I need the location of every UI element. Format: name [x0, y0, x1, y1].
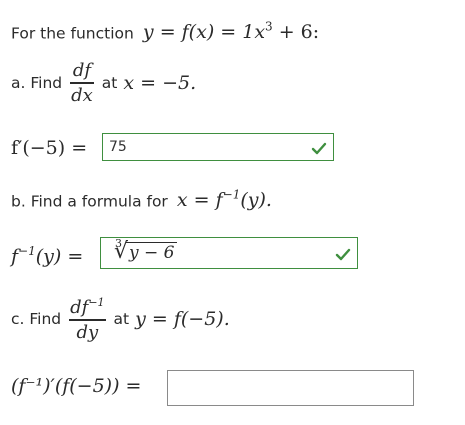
part-a-answer-prefix: f′(−5) =	[11, 137, 88, 159]
part-b-answer-prefix: f−1(y) =	[11, 244, 84, 268]
fraction-numerator: df	[72, 60, 92, 81]
part-c-answer-prefix: (f⁻¹)′(f(−5)) =	[11, 375, 142, 397]
fraction-denominator: dy	[76, 321, 99, 343]
part-c-at-text: at	[113, 310, 130, 329]
fraction-numerator: df−1	[70, 296, 105, 318]
root-index: 3	[115, 237, 122, 250]
part-b-label: b. Find a formula for	[11, 192, 168, 211]
part-b-answer-box[interactable]: 3 √ y − 6	[100, 237, 358, 269]
part-b-prompt: b. Find a formula for x = f−1(y).	[11, 188, 272, 211]
part-a-at-math: x = −5.	[123, 71, 197, 94]
part-b-answer-value[interactable]: 3 √ y − 6	[107, 237, 177, 263]
part-a-fraction: df dx	[70, 60, 94, 106]
part-a-label: a. Find	[11, 73, 63, 92]
fraction-denominator: dx	[71, 84, 93, 106]
part-c-prompt: c. Find df−1 dy at y = f(−5).	[11, 296, 230, 343]
problem-statement: For the function y = f(x) = 1x3 + 6:	[11, 20, 319, 43]
part-c-answer-box[interactable]	[167, 370, 414, 406]
part-b-prompt-math: x = f−1(y).	[176, 188, 272, 212]
intro-text: For the function	[11, 24, 134, 43]
part-c-fraction: df−1 dy	[69, 296, 106, 343]
function-definition: y = f(x) = 1x3 + 6:	[142, 20, 320, 44]
part-a-at-text: at	[101, 73, 118, 92]
part-a-answer-box[interactable]: 75	[102, 133, 334, 161]
check-icon	[311, 141, 327, 160]
radicand: y − 6	[126, 242, 177, 263]
part-a-answer-value[interactable]: 75	[109, 139, 127, 155]
part-c-label: c. Find	[11, 310, 62, 329]
check-icon	[335, 247, 351, 266]
part-a-prompt: a. Find df dx at x = −5.	[11, 60, 196, 106]
part-c-at-math: y = f(−5).	[135, 308, 230, 331]
